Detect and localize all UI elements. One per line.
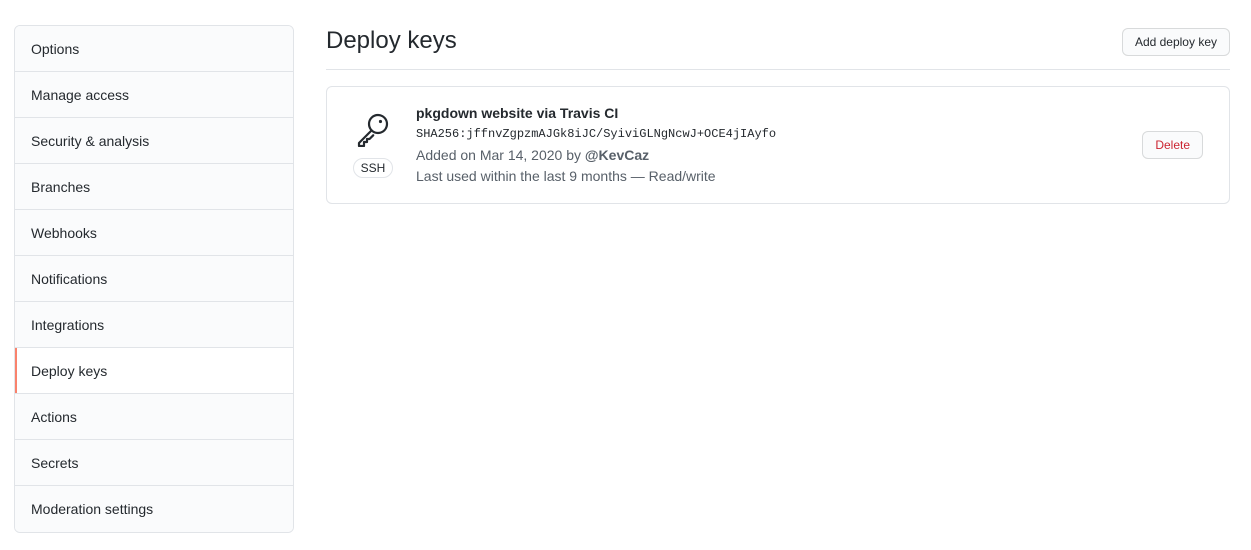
deploy-key-item: SSH pkgdown website via Travis CI SHA256… — [326, 86, 1230, 204]
page-title: Deploy keys — [326, 27, 457, 54]
key-icon — [355, 111, 391, 152]
key-info: pkgdown website via Travis CI SHA256:jff… — [416, 103, 776, 187]
sidebar-item-options[interactable]: Options — [15, 26, 293, 72]
sidebar-item-secrets[interactable]: Secrets — [15, 440, 293, 486]
key-type-label: SSH — [352, 158, 394, 178]
sidebar-item-security-analysis[interactable]: Security & analysis — [15, 118, 293, 164]
key-last-used: Last used within the last 9 months — Rea… — [416, 168, 716, 184]
delete-key-button[interactable]: Delete — [1142, 131, 1203, 159]
sidebar-item-integrations[interactable]: Integrations — [15, 302, 293, 348]
sidebar-item-branches[interactable]: Branches — [15, 164, 293, 210]
settings-sidebar: Options Manage access Security & analysi… — [14, 25, 294, 533]
sidebar-item-notifications[interactable]: Notifications — [15, 256, 293, 302]
sidebar-item-manage-access[interactable]: Manage access — [15, 72, 293, 118]
page-header: Deploy keys Add deploy key — [326, 25, 1230, 70]
key-type-block: SSH — [351, 111, 395, 178]
add-deploy-key-button[interactable]: Add deploy key — [1121, 28, 1230, 56]
sidebar-item-actions[interactable]: Actions — [15, 394, 293, 440]
key-added-line: Added on Mar 14, 2020 by @KevCaz — [416, 145, 776, 166]
sidebar-item-moderation-settings[interactable]: Moderation settings — [15, 486, 293, 532]
key-added-text: Added on Mar 14, 2020 by — [416, 147, 582, 163]
sidebar-item-webhooks[interactable]: Webhooks — [15, 210, 293, 256]
key-title: pkgdown website via Travis CI — [416, 105, 619, 121]
key-author-link[interactable]: @KevCaz — [585, 147, 649, 163]
sidebar-item-deploy-keys[interactable]: Deploy keys — [15, 348, 293, 394]
key-fingerprint: SHA256:jffnvZgpzmAJGk8iJC/SyiviGLNgNcwJ+… — [416, 127, 777, 141]
main-content: Deploy keys Add deploy key SSH pkgdown w… — [326, 25, 1230, 204]
